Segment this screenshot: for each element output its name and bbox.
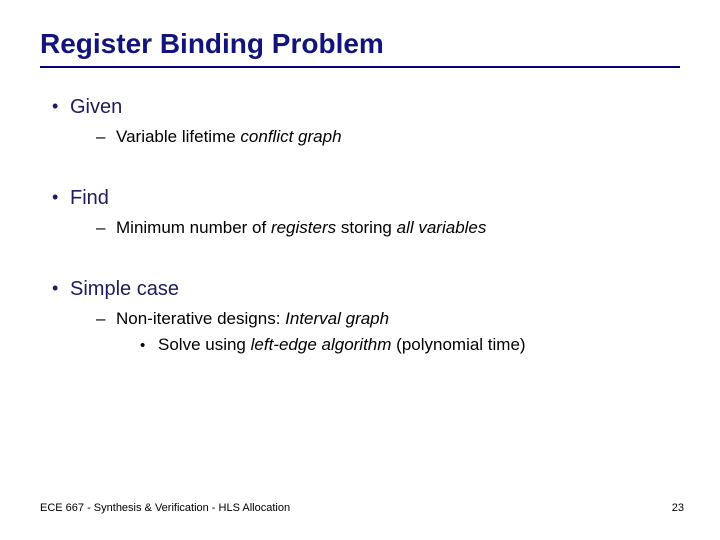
bullet-given: • Given [52,96,680,119]
bullet-simple-sub-text: Non-iterative designs: Interval graph [116,309,389,329]
dash-icon: – [96,218,116,238]
text-fragment: Minimum number of [116,218,271,237]
bullet-given-sub-text: Variable lifetime conflict graph [116,127,342,147]
bullet-dot-icon: • [52,279,70,297]
footer-text: ECE 667 - Synthesis & Verification - HLS… [40,502,290,514]
text-emph: conflict graph [240,127,341,146]
bullet-find-sub: – Minimum number of registers storing al… [96,218,680,238]
bullet-simple-subsub-text: Solve using left-edge algorithm (polynom… [158,335,526,355]
text-emph: Interval graph [285,309,389,328]
bullet-simple-subsub: • Solve using left-edge algorithm (polyn… [140,335,680,355]
text-emph: registers [271,218,336,237]
slide-content: • Given – Variable lifetime conflict gra… [40,96,680,355]
dash-icon: – [96,127,116,147]
text-fragment: (polynomial time) [391,335,525,354]
bullet-given-label: Given [70,96,122,119]
bullet-given-sub: – Variable lifetime conflict graph [96,127,680,147]
bullet-simple-sub: – Non-iterative designs: Interval graph [96,309,680,329]
bullet-dot-icon: • [140,337,158,354]
bullet-simple: • Simple case [52,278,680,301]
text-fragment: Non-iterative designs: [116,309,285,328]
dash-icon: – [96,309,116,329]
bullet-find-sub-text: Minimum number of registers storing all … [116,218,486,238]
bullet-simple-label: Simple case [70,278,179,301]
page-number: 23 [672,502,684,514]
bullet-find-label: Find [70,187,109,210]
slide: Register Binding Problem • Given – Varia… [0,0,720,540]
text-emph: all variables [397,218,487,237]
title-underline [40,66,680,68]
bullet-dot-icon: • [52,188,70,206]
text-emph: left-edge algorithm [251,335,392,354]
bullet-find: • Find [52,187,680,210]
bullet-dot-icon: • [52,97,70,115]
text-fragment: storing [336,218,396,237]
text-fragment: Variable lifetime [116,127,240,146]
text-fragment: Solve using [158,335,251,354]
slide-title: Register Binding Problem [40,28,680,60]
